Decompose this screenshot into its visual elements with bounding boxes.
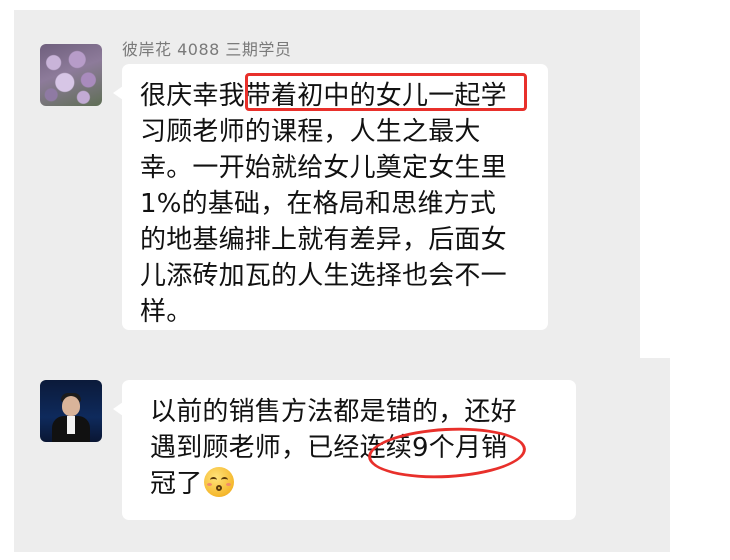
message-line: 样。 <box>140 297 193 327</box>
message-line: 1%的基础，在格局和思维方式 <box>140 189 497 219</box>
message-line: 的地基编排上就有差异，后面女 <box>140 225 507 255</box>
avatar[interactable] <box>40 44 102 106</box>
highlight-rectangle <box>245 73 527 111</box>
sender-name: 彼岸花 4088 三期学员 <box>122 40 292 59</box>
message-line: 习顾老师的课程，人生之最大 <box>140 117 481 147</box>
smiling-face-icon <box>204 467 235 497</box>
message-line: 幸。一开始就给女儿奠定女生里 <box>140 153 507 183</box>
avatar[interactable] <box>40 380 102 442</box>
message-line-text: 冠了 <box>150 469 203 499</box>
avatar-face <box>62 396 80 416</box>
message-line: 儿添砖加瓦的人生选择也会不一 <box>140 261 507 291</box>
avatar-shirt <box>67 416 75 434</box>
message-text: 很庆幸我带着初中的女儿一起学 习顾老师的课程，人生之最大 幸。一开始就给女儿奠定… <box>140 78 507 330</box>
message-line: 以前的销售方法都是错的，还好 <box>150 397 517 427</box>
